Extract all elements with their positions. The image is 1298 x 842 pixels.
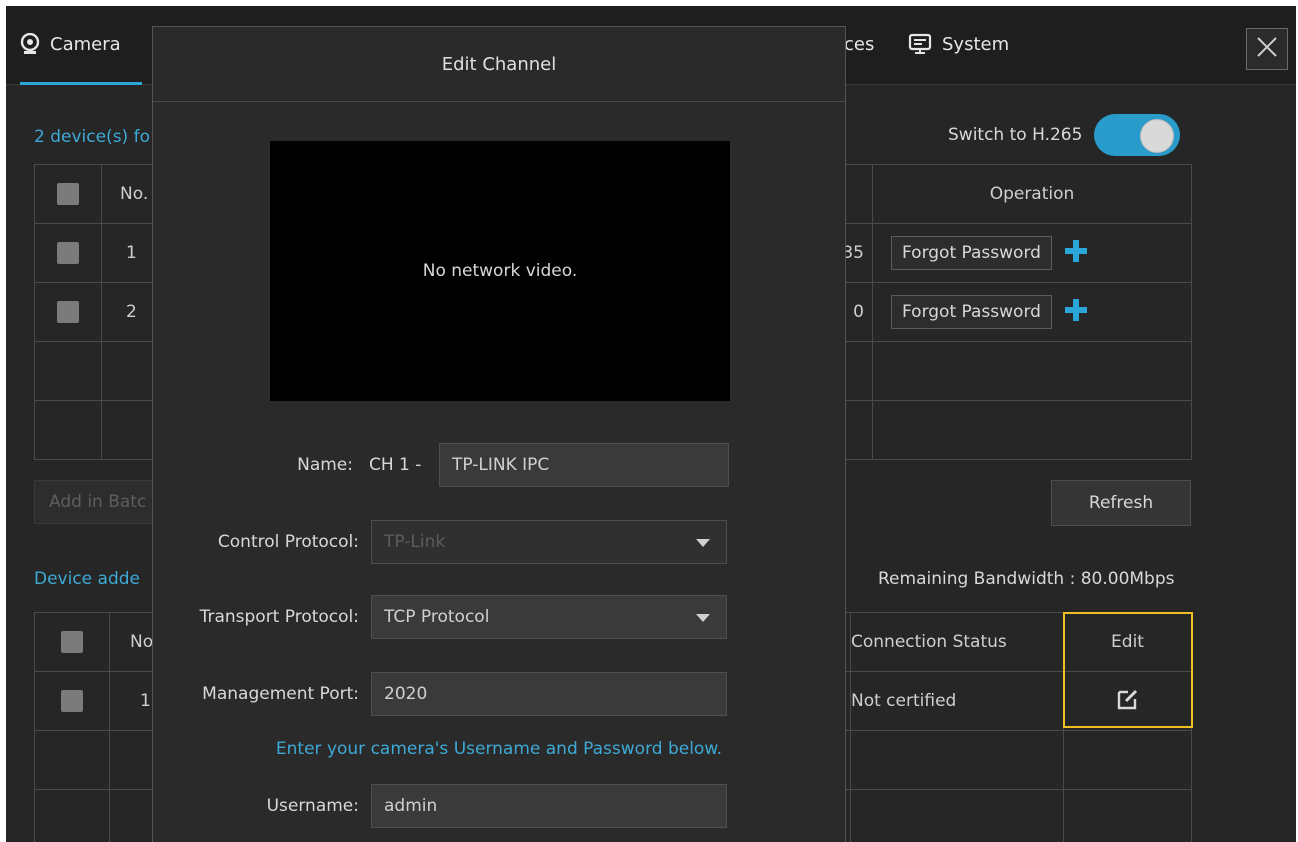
- username-label: Username:: [266, 796, 359, 816]
- monitor-icon: [908, 33, 932, 55]
- row-checkbox[interactable]: [57, 242, 79, 264]
- row-checkbox[interactable]: [61, 690, 83, 712]
- management-port-value: 2020: [384, 684, 428, 704]
- add-in-batch-button[interactable]: Add in Batc: [34, 480, 154, 524]
- dialog-title: Edit Channel: [153, 27, 845, 102]
- nvr-app: Camera ces System 2 device(s) fo Switch …: [6, 6, 1296, 842]
- management-port-input[interactable]: 2020: [371, 672, 727, 716]
- name-label: Name:: [297, 455, 353, 475]
- header-operation: Operation: [872, 164, 1192, 224]
- transport-protocol-row: Transport Protocol: TCP Protocol: [153, 595, 845, 641]
- header-status: Connection Status: [850, 612, 1064, 672]
- row-operation: Forgot Password: [872, 282, 1192, 342]
- camera-icon: [20, 33, 40, 55]
- username-input[interactable]: admin: [371, 784, 727, 828]
- refresh-button[interactable]: Refresh: [1051, 480, 1191, 526]
- tab-devices[interactable]: ces: [844, 6, 874, 82]
- tab-camera[interactable]: Camera: [20, 6, 142, 85]
- forgot-password-button[interactable]: Forgot Password: [891, 236, 1052, 270]
- management-port-row: Management Port: 2020: [153, 672, 845, 718]
- name-prefix: CH 1 -: [369, 455, 422, 475]
- tab-system-label: System: [942, 33, 1010, 55]
- h265-toggle[interactable]: [1094, 114, 1181, 156]
- control-protocol-row: Control Protocol: TP-Link: [153, 520, 845, 566]
- select-all-checkbox[interactable]: [61, 631, 83, 653]
- name-row: Name: CH 1 - TP-LINK IPC: [153, 443, 845, 489]
- video-message: No network video.: [422, 261, 578, 281]
- control-protocol-value: TP-Link: [384, 532, 446, 552]
- name-input[interactable]: TP-LINK IPC: [439, 443, 729, 487]
- close-icon: [1256, 36, 1278, 62]
- select-all-checkbox[interactable]: [57, 183, 79, 205]
- select-all-cell: [34, 612, 110, 672]
- row-check-cell: [34, 223, 102, 283]
- tab-camera-label: Camera: [50, 33, 121, 55]
- username-row: Username: admin: [153, 784, 845, 830]
- h265-switch-label: Switch to H.265: [948, 125, 1083, 145]
- chevron-down-icon: [696, 539, 710, 547]
- tab-devices-label: ces: [844, 33, 875, 55]
- credentials-hint: Enter your camera's Username and Passwor…: [275, 739, 723, 759]
- edit-channel-dialog: Edit Channel No network video. Name: CH …: [152, 26, 846, 842]
- toggle-knob: [1140, 119, 1175, 153]
- name-input-value: TP-LINK IPC: [452, 455, 550, 475]
- found-devices-label: 2 device(s) fo: [34, 127, 150, 147]
- row-checkbox[interactable]: [57, 301, 79, 323]
- add-plus-icon[interactable]: [1063, 238, 1089, 269]
- row-check-cell: [34, 282, 102, 342]
- tab-system[interactable]: System: [908, 6, 1009, 82]
- edit-column-highlight: [1063, 612, 1193, 728]
- transport-protocol-select[interactable]: TCP Protocol: [371, 595, 727, 639]
- management-port-label: Management Port:: [202, 684, 359, 704]
- video-preview: No network video.: [270, 141, 730, 401]
- forgot-password-button[interactable]: Forgot Password: [891, 295, 1052, 329]
- close-button[interactable]: [1246, 28, 1288, 70]
- chevron-down-icon: [696, 614, 710, 622]
- select-all-cell: [34, 164, 102, 224]
- control-protocol-label: Control Protocol:: [217, 532, 359, 552]
- control-protocol-select[interactable]: TP-Link: [371, 520, 727, 564]
- row-operation: Forgot Password: [872, 223, 1192, 283]
- row-status: Not certified: [850, 671, 1064, 731]
- row-check-cell: [34, 671, 110, 731]
- h265-switch-row: Switch to H.265: [948, 114, 1181, 156]
- remaining-bandwidth: Remaining Bandwidth : 80.00Mbps: [878, 569, 1175, 589]
- add-plus-icon[interactable]: [1063, 297, 1089, 328]
- added-devices-label: Device adde: [34, 569, 141, 589]
- username-value: admin: [384, 796, 438, 816]
- transport-protocol-label: Transport Protocol:: [199, 607, 359, 627]
- transport-protocol-value: TCP Protocol: [384, 607, 490, 627]
